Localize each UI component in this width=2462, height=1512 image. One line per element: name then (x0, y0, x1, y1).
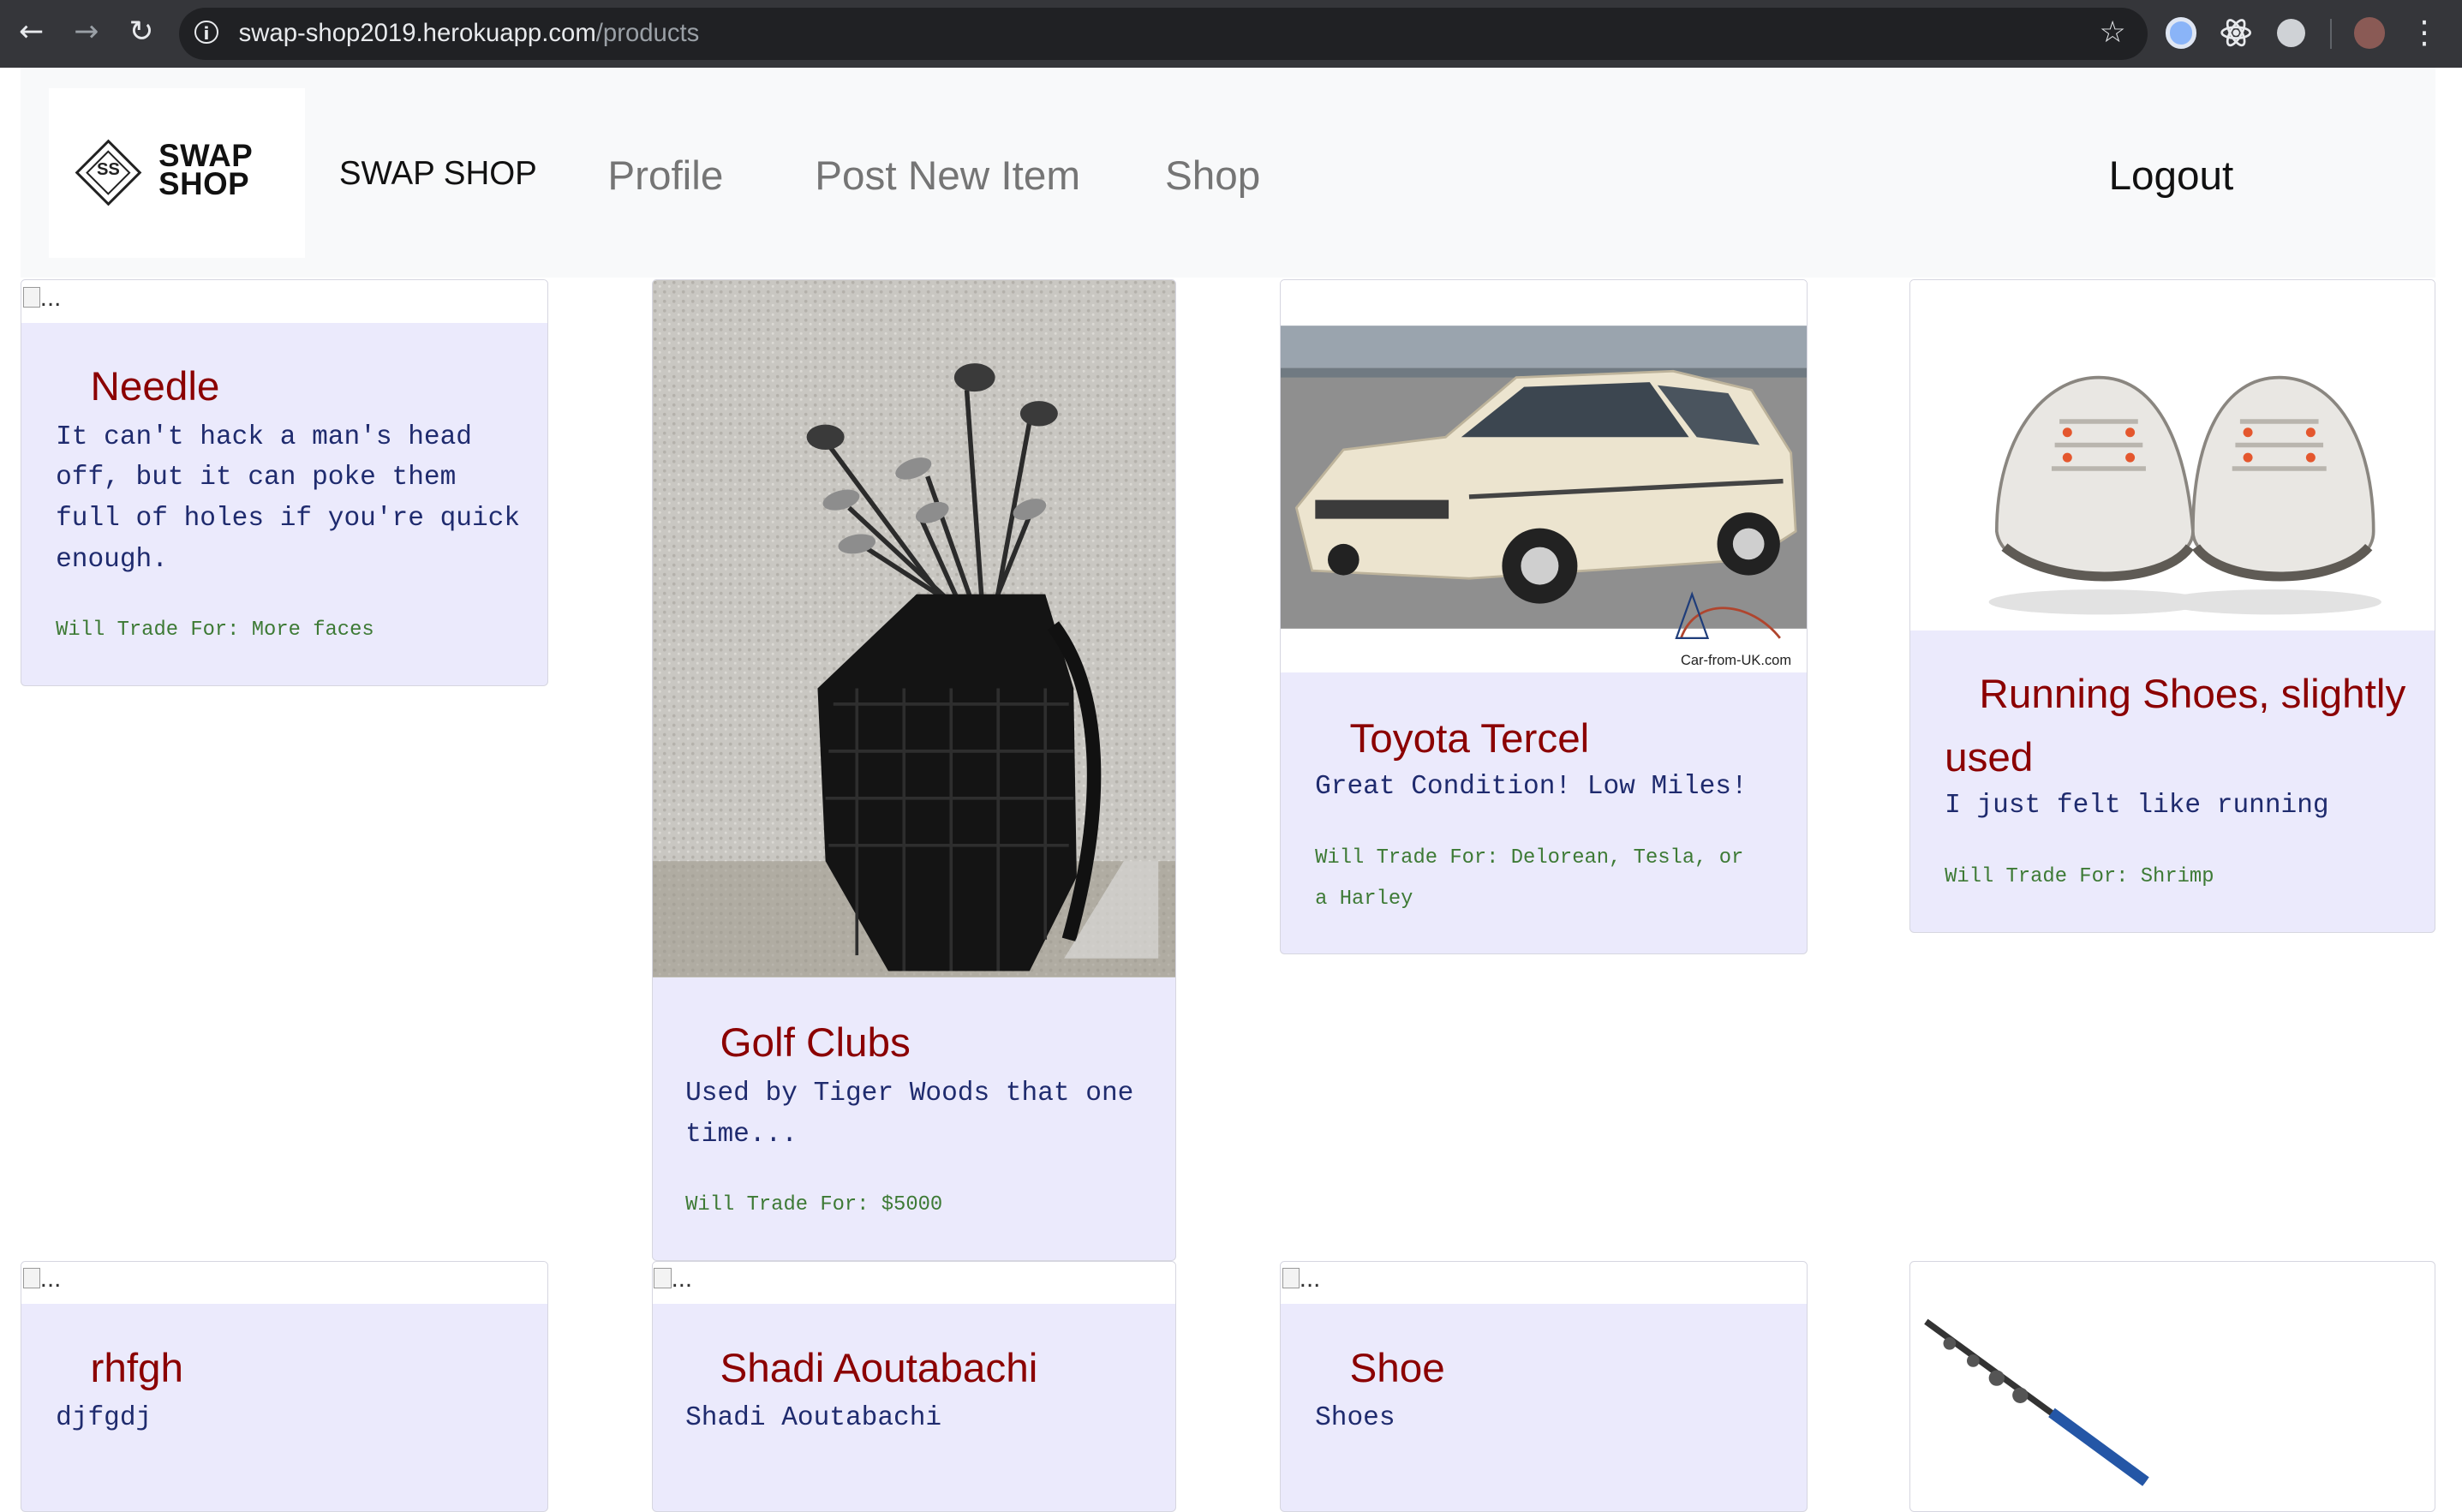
nav-shop[interactable]: Shop (1165, 152, 1260, 200)
product-title: Golf Clubs (720, 1020, 911, 1067)
image-alt-text: ... (39, 1264, 62, 1294)
product-card[interactable]: ... rhfgh djfgdj (20, 1260, 548, 1512)
nav-post-new-item[interactable]: Post New Item (815, 152, 1080, 200)
bookmark-star-icon[interactable]: ☆ (2100, 15, 2126, 50)
back-arrow-icon[interactable]: ← (13, 14, 51, 51)
product-trade: Will Trade For: Delorean, Tesla, or a Ha… (1315, 846, 1744, 911)
product-card[interactable]: Car-from-UK.com Toyota Tercel Great Cond… (1279, 279, 1808, 955)
product-description: Great Condition! Low Miles! (1315, 772, 1748, 803)
nav-profile[interactable]: Profile (607, 152, 723, 200)
product-description: Used by Tiger Woods that one time... (685, 1078, 1134, 1150)
product-trade: Will Trade For: Shrimp (1945, 864, 2214, 888)
product-title: rhfgh (90, 1345, 184, 1391)
profile-avatar[interactable] (2353, 17, 2386, 49)
browser-toolbar: ← → ↻ i swap-shop2019.herokuapp.com/prod… (0, 0, 2462, 68)
product-title: Toyota Tercel (1349, 715, 1590, 762)
product-description: It can't hack a man's head off, but it c… (56, 421, 521, 575)
site-info-icon[interactable]: i (194, 20, 218, 45)
product-description: Shadi Aoutabachi (685, 1403, 942, 1434)
broken-image: ... (21, 280, 547, 323)
image-alt-text: ... (671, 1264, 693, 1294)
site-navbar: SS SWAP SHOP SWAP SHOP Profile Post New I… (20, 67, 2435, 278)
product-description: djfgdj (56, 1403, 152, 1434)
broken-image-icon (1282, 1268, 1300, 1289)
logo-text: SWAP SHOP (158, 140, 253, 201)
reload-icon[interactable]: ↻ (123, 14, 160, 51)
broken-image-icon (654, 1268, 672, 1289)
product-card[interactable] (1909, 1260, 2435, 1512)
url-path: /products (595, 18, 700, 47)
image-alt-text: ... (1299, 1264, 1321, 1294)
product-description: I just felt like running (1945, 791, 2329, 822)
forward-arrow-icon[interactable]: → (68, 14, 105, 51)
product-card[interactable]: ... Shadi Aoutabachi Shadi Aoutabachi (651, 1260, 1176, 1512)
broken-image: ... (1280, 1261, 1807, 1305)
product-title: Running Shoes, slightly used (1945, 672, 2406, 780)
brand-link[interactable]: SWAP SHOP (339, 155, 537, 193)
product-title: Shadi Aoutabachi (720, 1345, 1038, 1391)
address-bar[interactable]: i swap-shop2019.herokuapp.com/products ☆ (178, 8, 2148, 60)
product-image (1909, 280, 2435, 630)
product-card[interactable]: Golf Clubs Used by Tiger Woods that one … (651, 279, 1176, 1261)
url-host: swap-shop2019.herokuapp.com (238, 18, 596, 47)
product-trade: Will Trade For: More faces (56, 619, 374, 642)
product-trade: Will Trade For: $5000 (685, 1193, 943, 1216)
address-url[interactable]: swap-shop2019.herokuapp.com/products (239, 19, 700, 48)
product-card[interactable]: Running Shoes, slightly used I just felt… (1909, 279, 2435, 933)
shoes-image (1909, 280, 2435, 630)
logo-line-2: SHOP (158, 165, 250, 201)
image-alt-text: ... (39, 283, 62, 312)
product-title: Needle (90, 364, 220, 410)
product-description: Shoes (1315, 1403, 1395, 1434)
product-title: Shoe (1349, 1345, 1445, 1391)
logout-button[interactable]: Logout (2109, 152, 2234, 200)
broken-image: ... (21, 1261, 547, 1305)
logo[interactable]: SS SWAP SHOP (48, 87, 305, 258)
react-devtools-icon[interactable] (2219, 15, 2253, 50)
broken-image-icon (22, 286, 40, 308)
fishing-rod-image (1923, 1318, 2149, 1486)
golf-bag-image (652, 280, 1175, 978)
car-image: Car-from-UK.com (1280, 280, 1807, 673)
toolbar-divider (2330, 18, 2332, 49)
product-image (652, 280, 1175, 978)
product-card[interactable]: ... Needle It can't hack a man's head of… (20, 279, 548, 686)
extension-icon[interactable] (2165, 17, 2197, 49)
broken-image: ... (652, 1261, 1175, 1305)
browser-menu-icon[interactable]: ⋮ (2409, 14, 2441, 51)
product-card[interactable]: ... Shoe Shoes (1279, 1260, 1808, 1512)
extension-puzzle-icon[interactable] (2276, 18, 2305, 47)
logo-initials: SS (96, 159, 120, 179)
product-image: Car-from-UK.com (1280, 280, 1807, 673)
image-watermark: Car-from-UK.com (1681, 653, 1791, 668)
broken-image-icon (22, 1268, 40, 1289)
